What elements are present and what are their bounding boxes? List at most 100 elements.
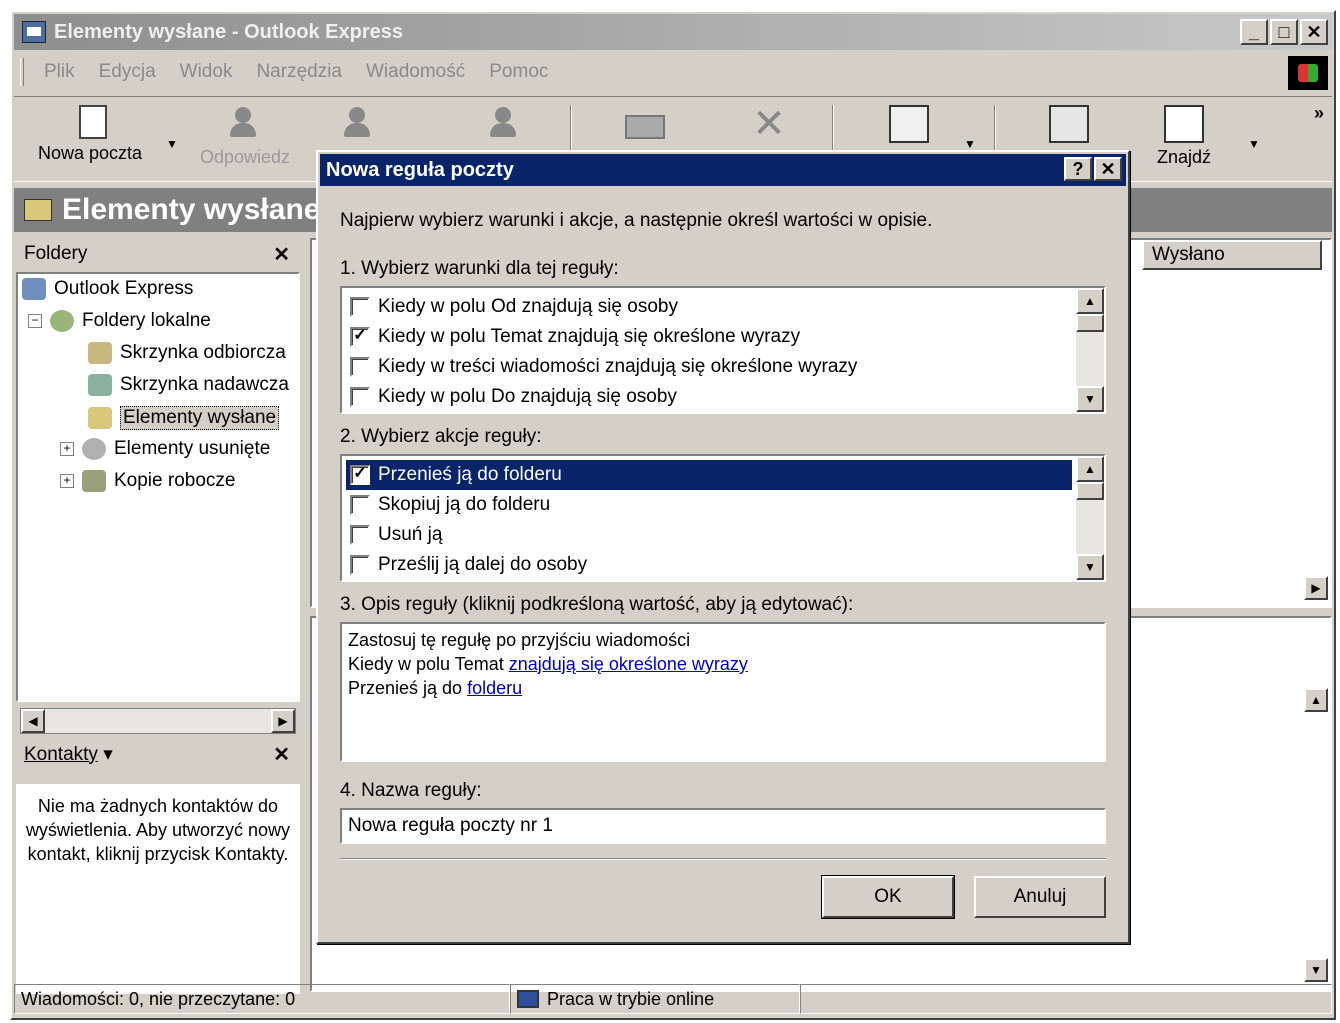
action-checkbox[interactable] [350, 525, 370, 545]
action-label: Usuń ją [378, 524, 443, 545]
collapse-icon[interactable]: − [28, 314, 42, 328]
menu-view[interactable]: Widok [180, 61, 233, 83]
action-item[interactable]: Prześlij ją dalej do osoby [350, 550, 1072, 580]
condition-item[interactable]: Kiedy w treści wiadomości znajdują się o… [350, 352, 1072, 382]
banner-title: Elementy wysłane [62, 193, 321, 226]
tree-item-deleted-items[interactable]: + Elementy usunięte [60, 438, 270, 460]
conditions-label: 1. Wybierz warunki dla tej reguły: [340, 258, 619, 279]
condition-item[interactable]: Kiedy w polu Od znajdują się osoby [350, 292, 1072, 322]
words-link[interactable]: znajdują się określone wyrazy [509, 654, 748, 674]
status-online-text: Praca w trybie online [547, 988, 715, 1009]
title-bar[interactable]: Elementy wysłane - Outlook Express _ □ ✕ [14, 14, 1332, 50]
contacts-header[interactable]: Kontakty ▾ ✕ [14, 738, 300, 770]
maximize-button[interactable]: □ [1270, 19, 1298, 45]
rule-name-label: 4. Nazwa reguły: [340, 780, 482, 801]
condition-label: Kiedy w polu Od znajdują się osoby [378, 296, 678, 317]
menu-file[interactable]: Plik [44, 61, 75, 83]
deleted-items-icon [82, 438, 106, 460]
condition-item[interactable]: Kiedy w polu Do znajdują się osoby [350, 382, 1072, 412]
column-header-sent[interactable]: Wysłano [1142, 240, 1322, 270]
menu-edit[interactable]: Edycja [99, 61, 156, 83]
folders-hscroll[interactable]: ◀ ▶ [20, 708, 296, 734]
new-mail-button[interactable]: Nowa poczta [38, 105, 142, 175]
monitor-icon [517, 990, 539, 1008]
menu-help[interactable]: Pomoc [489, 61, 548, 83]
folders-close-icon[interactable]: ✕ [273, 242, 290, 267]
scroll-left-icon[interactable]: ◀ [21, 709, 45, 733]
contacts-close-icon[interactable]: ✕ [273, 742, 290, 767]
tree-item-inbox[interactable]: Skrzynka odbiorcza [88, 342, 286, 364]
preview-scroll-up-icon[interactable]: ▲ [1304, 688, 1328, 712]
dialog-close-button[interactable]: ✕ [1094, 157, 1122, 181]
condition-item[interactable]: ✓ Kiedy w polu Temat znajdują się określ… [350, 322, 1072, 352]
find-label: Znajdź [1156, 147, 1212, 167]
tree-item-label: Elementy wysłane [120, 406, 280, 430]
menu-bar: Plik Edycja Widok Narzędzia Wiadomość Po… [14, 54, 1332, 90]
toolbar-overflow-icon[interactable]: » [1314, 103, 1324, 124]
action-item[interactable]: Usuń ją [350, 520, 1072, 550]
tree-item-outlook-express[interactable]: Outlook Express [22, 278, 193, 300]
scroll-thumb[interactable] [1076, 482, 1104, 500]
list-scroll-right-icon[interactable]: ▶ [1304, 576, 1328, 600]
help-button[interactable]: ? [1064, 157, 1092, 181]
condition-checkbox[interactable] [350, 357, 370, 377]
new-mail-dropdown-icon[interactable]: ▼ [166, 137, 178, 151]
action-checkbox[interactable] [350, 555, 370, 575]
folders-header-label: Foldery [24, 243, 88, 264]
new-mail-icon [79, 105, 108, 139]
expand-icon[interactable]: + [60, 474, 74, 488]
folder-link[interactable]: folderu [467, 678, 522, 698]
contacts-empty-message: Nie ma żadnych kontaktów do wyświetlenia… [25, 796, 291, 864]
conditions-scrollbar[interactable]: ▲ ▼ [1076, 288, 1104, 412]
send-receive-dropdown-icon[interactable]: ▼ [964, 137, 976, 151]
condition-checkbox[interactable] [350, 297, 370, 317]
rule-name-input[interactable] [340, 808, 1106, 844]
folders-tree: Outlook Express − Foldery lokalne Skrzyn… [16, 272, 300, 734]
sent-column-label: Wysłano [1152, 244, 1225, 265]
description-text: Kiedy w polu Temat [348, 654, 509, 674]
scroll-down-icon[interactable]: ▼ [1076, 554, 1104, 580]
action-item[interactable]: Skopiuj ją do folderu [350, 490, 1072, 520]
dialog-intro: Najpierw wybierz warunki i akcje, a nast… [340, 210, 933, 231]
tree-item-drafts[interactable]: + Kopie robocze [60, 470, 235, 492]
tree-item-outbox[interactable]: Skrzynka nadawcza [88, 374, 289, 396]
scroll-up-icon[interactable]: ▲ [1076, 456, 1104, 482]
tree-item-label: Outlook Express [54, 278, 194, 299]
contacts-label: Kontakty [24, 743, 98, 765]
actions-list[interactable]: ✓ Przenieś ją do folderu Skopiuj ją do f… [340, 454, 1106, 582]
menu-tools[interactable]: Narzędzia [256, 61, 342, 83]
scroll-up-icon[interactable]: ▲ [1076, 288, 1104, 314]
reply-label: Odpowiedz [200, 147, 291, 167]
action-checkbox[interactable] [350, 495, 370, 515]
dialog-title: Nowa reguła poczty [326, 158, 514, 181]
new-mail-rule-dialog: Nowa reguła poczty ? ✕ Najpierw wybierz … [316, 150, 1130, 944]
expand-icon[interactable]: + [60, 442, 74, 456]
reply-button[interactable]: Odpowiedz [200, 105, 290, 175]
cancel-button[interactable]: Anuluj [974, 876, 1106, 918]
condition-checkbox-checked[interactable]: ✓ [350, 327, 370, 347]
drafts-icon [82, 470, 106, 492]
window-title: Elementy wysłane - Outlook Express [54, 20, 404, 43]
ok-button[interactable]: OK [821, 875, 955, 919]
action-checkbox-checked[interactable]: ✓ [350, 465, 370, 485]
scroll-right-icon[interactable]: ▶ [271, 709, 295, 733]
find-icon [1164, 105, 1204, 143]
description-label: 3. Opis reguły (kliknij podkreśloną wart… [340, 594, 854, 615]
actions-scrollbar[interactable]: ▲ ▼ [1076, 456, 1104, 580]
preview-scroll-down-icon[interactable]: ▼ [1304, 958, 1328, 982]
find-button[interactable]: Znajdź [1144, 105, 1224, 175]
dialog-title-bar[interactable]: Nowa reguła poczty ? ✕ [320, 154, 1126, 186]
description-line: Kiedy w polu Temat znajdują się określon… [348, 652, 1098, 676]
action-item-selected[interactable]: ✓ Przenieś ją do folderu [346, 460, 1072, 490]
condition-checkbox[interactable] [350, 387, 370, 407]
tree-item-local-folders[interactable]: − Foldery lokalne [28, 310, 211, 332]
menu-message[interactable]: Wiadomość [366, 61, 465, 83]
description-text: Przenieś ją do [348, 678, 468, 698]
tree-item-sent-items[interactable]: Elementy wysłane [88, 406, 280, 430]
find-dropdown-icon[interactable]: ▼ [1248, 137, 1260, 151]
scroll-thumb[interactable] [1076, 314, 1104, 332]
close-button[interactable]: ✕ [1300, 19, 1328, 45]
minimize-button[interactable]: _ [1240, 19, 1268, 45]
scroll-down-icon[interactable]: ▼ [1076, 386, 1104, 412]
conditions-list[interactable]: Kiedy w polu Od znajdują się osoby ✓ Kie… [340, 286, 1106, 414]
